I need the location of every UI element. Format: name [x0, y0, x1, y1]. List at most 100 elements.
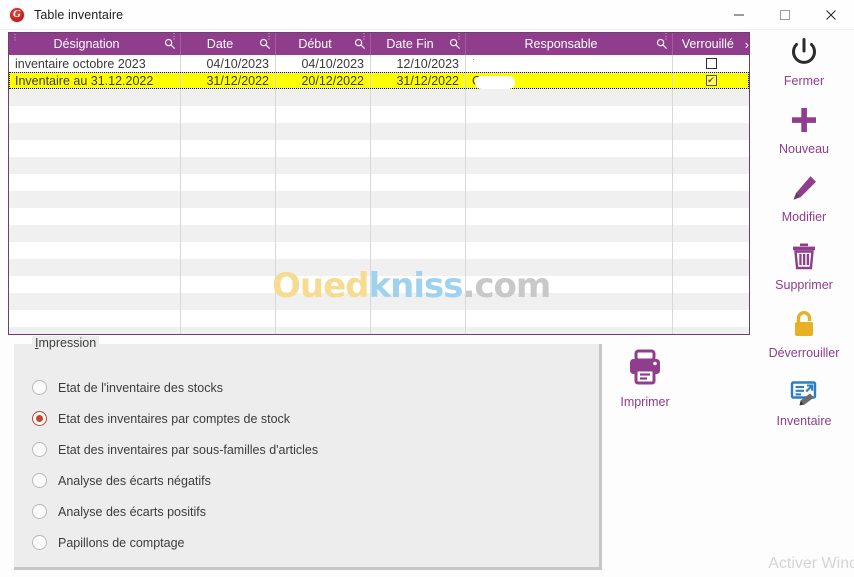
sort-indicator-icon[interactable]: ⋮ [455, 33, 463, 41]
column-header-label: Date [206, 37, 234, 51]
column-grip-icon: ⋮ [11, 33, 19, 42]
radio-icon[interactable] [32, 535, 47, 550]
application-window: G Table inventaire ⋮ Désignation ⋮ Date … [0, 0, 854, 577]
table-empty-row [9, 293, 749, 310]
table-empty-row [9, 310, 749, 327]
sidebar-item-label: Inventaire [776, 414, 832, 428]
print-button-label: Imprimer [620, 395, 670, 409]
cell-debut: 04/10/2023 [276, 55, 371, 72]
radio-icon[interactable] [32, 442, 47, 457]
table-empty-row [9, 191, 749, 208]
maximize-button[interactable] [762, 0, 808, 30]
checkbox-unchecked-icon[interactable] [705, 58, 717, 69]
cell-date: 04/10/2023 [181, 55, 276, 72]
radio-option-comptes-de-stock[interactable]: Etat des inventaires par comptes de stoc… [32, 403, 589, 434]
table-empty-row [9, 327, 749, 334]
window-controls [716, 0, 854, 30]
cell-designation: inventaire octobre 2023 [9, 55, 181, 72]
table-row[interactable]: Inventaire au 31.12.2022 31/12/2022 20/1… [9, 72, 749, 89]
plus-icon [789, 100, 819, 140]
action-sidebar: Fermer Nouveau Modifier Supprimer Déverr… [754, 32, 854, 472]
column-header-label: Verrouillé [681, 37, 734, 51]
table-row[interactable]: inventaire octobre 2023 04/10/2023 04/10… [9, 55, 749, 72]
table-empty-row [9, 225, 749, 242]
os-activation-watermark: Activer Wind [768, 555, 854, 572]
table-empty-row [9, 242, 749, 259]
sidebar-item-label: Fermer [783, 74, 825, 88]
close-button[interactable] [808, 0, 854, 30]
column-header-verrouille[interactable]: Verrouillé › [673, 33, 749, 55]
print-options-list: Etat de l'inventaire des stocks Etat des… [32, 372, 589, 558]
radio-label: Analyse des écarts négatifs [58, 473, 211, 488]
table-empty-row [9, 140, 749, 157]
column-header-date-fin[interactable]: Date Fin ⋮ [371, 33, 466, 55]
radio-icon[interactable] [32, 473, 47, 488]
sidebar-item-label: Modifier [781, 210, 827, 224]
column-header-label: Début [298, 37, 332, 51]
trash-icon [789, 236, 819, 276]
table-empty-row [9, 123, 749, 140]
column-header-label: Date Fin [386, 37, 434, 51]
sort-indicator-icon[interactable]: ⋮ [662, 33, 670, 41]
minimize-button[interactable] [716, 0, 762, 30]
table-empty-row [9, 208, 749, 225]
cell-date-fin: 12/10/2023 [371, 55, 466, 72]
sort-indicator-icon[interactable]: ⋮ [360, 33, 368, 41]
radio-icon[interactable] [32, 380, 47, 395]
sort-indicator-icon[interactable]: ⋮ [265, 33, 273, 41]
table-empty-row [9, 276, 749, 293]
sidebar-item-nouveau[interactable]: Nouveau [756, 100, 852, 156]
column-header-date[interactable]: Date ⋮ [181, 33, 276, 55]
column-header-designation[interactable]: ⋮ Désignation ⋮ [9, 33, 181, 55]
table-empty-row [9, 106, 749, 123]
column-header-responsable[interactable]: Responsable ⋮ [466, 33, 673, 55]
cell-designation: Inventaire au 31.12.2022 [9, 72, 181, 89]
cell-verrouille[interactable] [673, 55, 749, 72]
inventory-table[interactable]: ⋮ Désignation ⋮ Date ⋮ Début ⋮ Date Fin … [8, 32, 750, 335]
radio-option-ecarts-negatifs[interactable]: Analyse des écarts négatifs [32, 465, 589, 496]
table-empty-row [9, 259, 749, 276]
radio-option-ecarts-positifs[interactable]: Analyse des écarts positifs [32, 496, 589, 527]
cell-date: 31/12/2022 [181, 72, 276, 89]
print-button[interactable]: Imprimer [608, 348, 682, 409]
chevron-right-icon[interactable]: › [745, 37, 749, 52]
column-header-label: Responsable [524, 37, 598, 51]
printer-icon [625, 348, 665, 391]
lock-icon [789, 304, 819, 344]
redaction-mask [471, 58, 561, 72]
table-empty-row [9, 174, 749, 191]
radio-label: Etat des inventaires par comptes de stoc… [58, 411, 291, 426]
radio-selected-icon[interactable] [32, 411, 47, 426]
sidebar-item-deverrouiller[interactable]: Déverrouiller [756, 304, 852, 360]
print-options-title: Impression [32, 336, 100, 350]
sort-indicator-icon[interactable]: ⋮ [170, 33, 178, 41]
sidebar-item-label: Supprimer [775, 278, 833, 292]
cell-debut: 20/12/2022 [276, 72, 371, 89]
cell-verrouille[interactable]: ✔ [673, 72, 749, 89]
title-bar: G Table inventaire [0, 0, 854, 30]
sidebar-item-inventaire[interactable]: Inventaire [756, 372, 852, 428]
sidebar-item-label: Nouveau [778, 142, 830, 156]
table-empty-row [9, 157, 749, 174]
sidebar-item-label: Déverrouiller [768, 346, 840, 360]
radio-label: Papillons de comptage [58, 535, 185, 550]
app-logo-icon: G [9, 6, 25, 23]
radio-option-sous-familles[interactable]: Etat des inventaires par sous-familles d… [32, 434, 589, 465]
checkbox-checked-icon[interactable]: ✔ [705, 75, 717, 86]
pencil-icon [789, 168, 819, 208]
radio-label: Etat des inventaires par sous-familles d… [58, 442, 319, 457]
window-title: Table inventaire [34, 7, 124, 22]
radio-option-papillons-comptage[interactable]: Papillons de comptage [32, 527, 589, 558]
radio-label: Etat de l'inventaire des stocks [58, 380, 223, 395]
redaction-mask [475, 76, 515, 89]
table-body: inventaire octobre 2023 04/10/2023 04/10… [9, 55, 749, 334]
sidebar-item-supprimer[interactable]: Supprimer [756, 236, 852, 292]
sidebar-item-fermer[interactable]: Fermer [756, 32, 852, 88]
radio-icon[interactable] [32, 504, 47, 519]
power-icon [789, 32, 819, 72]
print-options-group: Impression Etat de l'inventaire des stoc… [14, 336, 602, 570]
cell-date-fin: 31/12/2022 [371, 72, 466, 89]
sidebar-item-modifier[interactable]: Modifier [756, 168, 852, 224]
radio-option-inventaire-stocks[interactable]: Etat de l'inventaire des stocks [32, 372, 589, 403]
column-header-debut[interactable]: Début ⋮ [276, 33, 371, 55]
